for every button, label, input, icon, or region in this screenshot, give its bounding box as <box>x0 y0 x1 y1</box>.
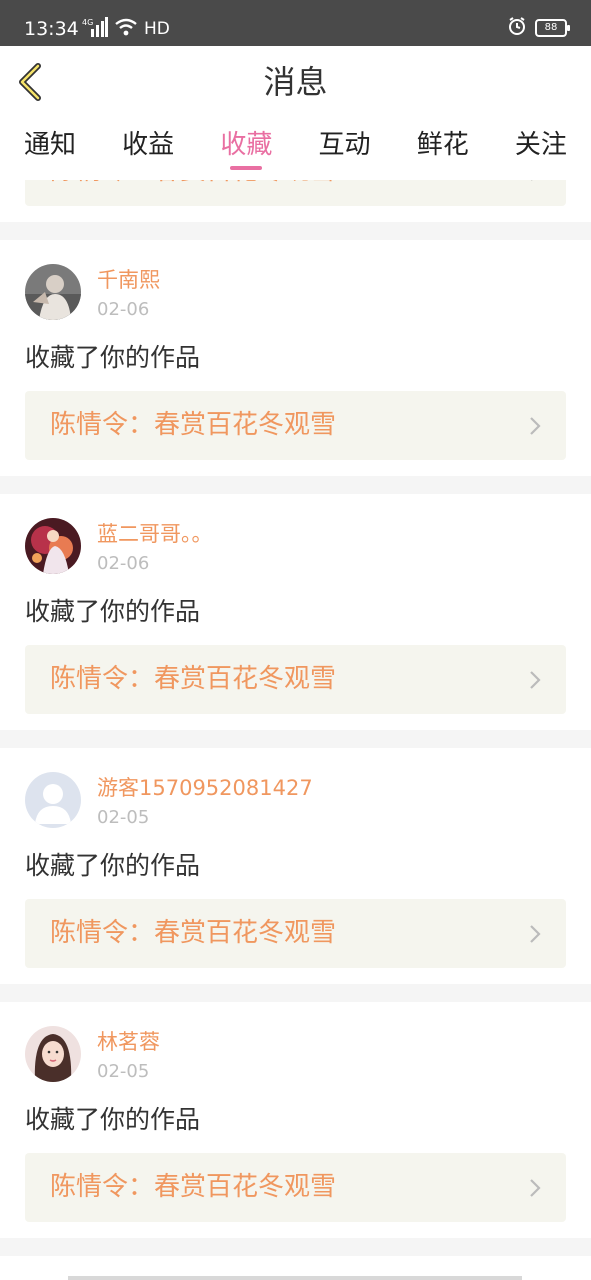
work-link[interactable]: 陈情令：春赏百花冬观雪 <box>25 180 566 206</box>
work-title: 陈情令：春赏百花冬观雪 <box>50 410 337 440</box>
header-bar: 消息 <box>0 46 591 118</box>
status-bar: 13:34 4G HD 88 <box>0 0 591 46</box>
chevron-right-icon <box>530 417 541 435</box>
list-item: 陈情令：春赏百花冬观雪 <box>0 180 591 222</box>
active-tab-indicator <box>230 166 263 170</box>
work-link[interactable]: 陈情令：春赏百花冬观雪 <box>25 645 566 714</box>
tab-interaction[interactable]: 互动 <box>307 118 383 180</box>
list-item: 游客1570952081427 02-05 收藏了你的作品 陈情令：春赏百花冬观… <box>0 748 591 984</box>
tab-label: 收藏 <box>220 130 273 160</box>
tab-notice[interactable]: 通知 <box>12 118 88 180</box>
tab-flowers[interactable]: 鲜花 <box>405 118 481 180</box>
username[interactable]: 林茗蓉 <box>97 1028 160 1056</box>
tab-label: 互动 <box>318 130 371 160</box>
signal-icon: 4G <box>82 17 108 41</box>
hd-indicator: HD <box>144 19 170 39</box>
chevron-right-icon <box>530 671 541 689</box>
date: 02-05 <box>97 807 150 828</box>
list-item: 千南熙 02-06 收藏了你的作品 陈情令：春赏百花冬观雪 <box>0 240 591 476</box>
chevron-right-icon <box>530 1179 541 1197</box>
work-title: 陈情令：春赏百花冬观雪 <box>50 918 337 948</box>
date: 02-06 <box>97 553 150 574</box>
page-title: 消息 <box>263 63 328 101</box>
tab-label: 通知 <box>23 130 76 160</box>
date: 02-05 <box>97 1061 150 1082</box>
username[interactable]: 蓝二哥哥。。 <box>97 520 213 548</box>
tab-bar: 通知 收益 收藏 互动 鲜花 关注 <box>0 118 591 180</box>
tab-label: 收益 <box>122 130 175 160</box>
work-title: 陈情令：春赏百花冬观雪 <box>50 1172 337 1202</box>
status-time: 13:34 <box>24 18 79 40</box>
battery-icon: 88 <box>535 19 570 37</box>
list-item: 蓝二哥哥。。 02-06 收藏了你的作品 陈情令：春赏百花冬观雪 <box>0 494 591 730</box>
work-title: 陈情令：春赏百花冬观雪 <box>50 180 336 189</box>
tab-label: 鲜花 <box>416 130 469 160</box>
message-text: 收藏了你的作品 <box>25 851 201 880</box>
alarm-icon <box>507 16 527 40</box>
avatar[interactable] <box>25 518 81 574</box>
chevron-right-icon <box>530 925 541 943</box>
message-text: 收藏了你的作品 <box>25 343 201 372</box>
message-text: 收藏了你的作品 <box>25 597 201 626</box>
default-user-avatar[interactable] <box>25 772 81 828</box>
message-list[interactable]: 陈情令：春赏百花冬观雪 千南熙 02-06 收藏了你的作品 陈情令：春赏百花冬观… <box>0 180 591 1280</box>
status-right-icons: 88 <box>507 16 570 40</box>
wifi-icon <box>114 18 138 40</box>
svg-text:4G: 4G <box>82 18 93 27</box>
tab-earnings[interactable]: 收益 <box>110 118 186 180</box>
tab-label: 关注 <box>514 130 567 160</box>
chevron-right-icon <box>531 180 533 181</box>
list-item: 林茗蓉 02-05 收藏了你的作品 陈情令：春赏百花冬观雪 <box>0 1002 591 1238</box>
status-left-icons: 4G HD <box>82 17 170 41</box>
username[interactable]: 千南熙 <box>97 266 160 294</box>
avatar[interactable] <box>25 264 81 320</box>
username[interactable]: 游客1570952081427 <box>97 774 313 802</box>
work-link[interactable]: 陈情令：春赏百花冬观雪 <box>25 899 566 968</box>
tab-favorites[interactable]: 收藏 <box>208 118 284 180</box>
date: 02-06 <box>97 299 150 320</box>
avatar[interactable] <box>25 1026 81 1082</box>
work-title: 陈情令：春赏百花冬观雪 <box>50 664 337 694</box>
loading-placeholder <box>68 1276 522 1280</box>
list-item <box>0 1256 591 1280</box>
message-text: 收藏了你的作品 <box>25 1105 201 1134</box>
work-link[interactable]: 陈情令：春赏百花冬观雪 <box>25 391 566 460</box>
tab-follow[interactable]: 关注 <box>503 118 579 180</box>
work-link[interactable]: 陈情令：春赏百花冬观雪 <box>25 1153 566 1222</box>
